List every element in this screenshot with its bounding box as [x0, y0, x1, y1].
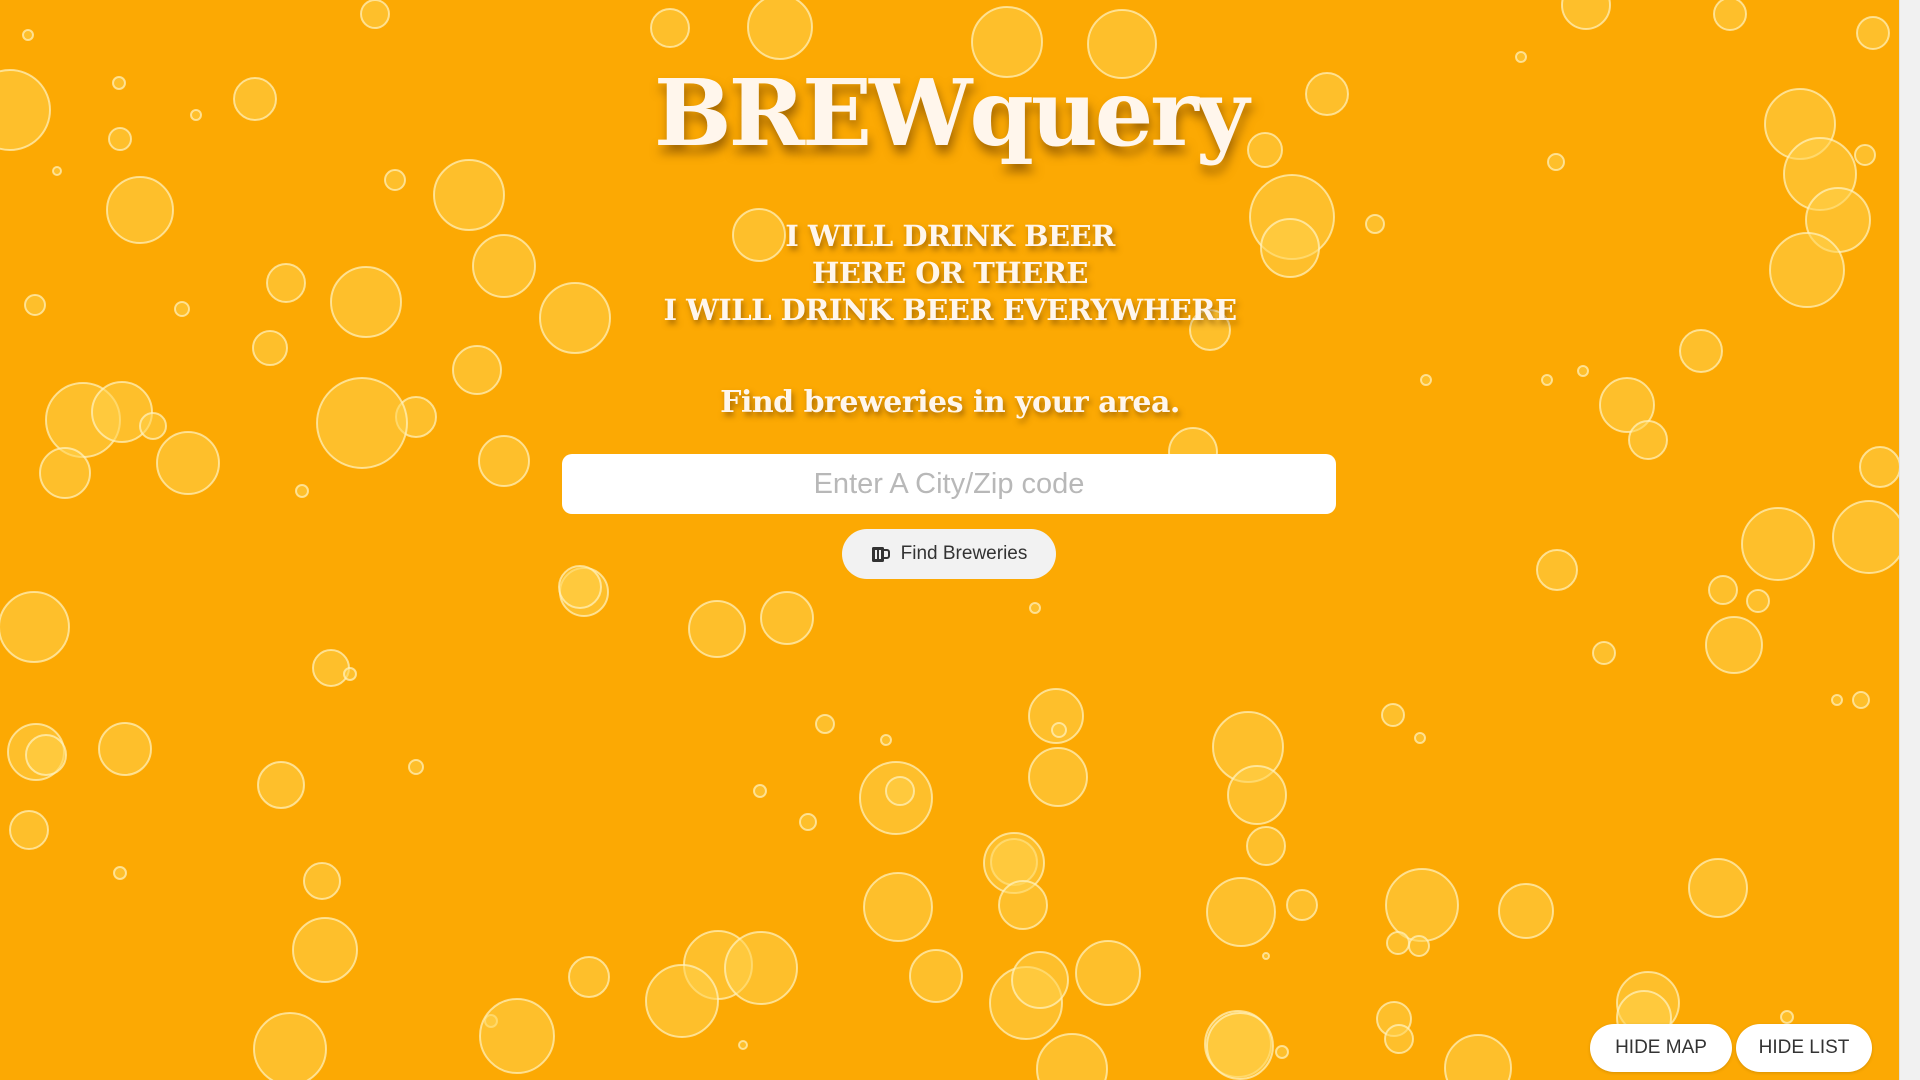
- tagline: I WILL DRINK BEER HERE OR THERE I WILL D…: [0, 218, 1900, 329]
- search-prompt: Find breweries in your area.: [720, 385, 1180, 420]
- page-title: BREWquery: [653, 59, 1249, 167]
- city-zip-search-input[interactable]: [562, 454, 1336, 514]
- find-breweries-label: Find Breweries: [900, 543, 1028, 564]
- tagline-line-2: HERE OR THERE: [811, 256, 1089, 290]
- hide-list-button[interactable]: HIDE LIST: [1736, 1024, 1872, 1072]
- find-breweries-button[interactable]: Find Breweries: [842, 529, 1056, 579]
- tagline-line-3: I WILL DRINK BEER EVERYWHERE: [663, 293, 1237, 327]
- view-toggle-group: HIDE MAP HIDE LIST: [1590, 1024, 1872, 1072]
- tagline-line-1: I WILL DRINK BEER: [785, 219, 1115, 253]
- beer-mug-icon: [871, 545, 891, 563]
- hide-map-button[interactable]: HIDE MAP: [1590, 1024, 1732, 1072]
- page-scrollbar[interactable]: [1899, 0, 1920, 1080]
- main-content: BREWquery I WILL DRINK BEER HERE OR THER…: [0, 0, 1900, 1080]
